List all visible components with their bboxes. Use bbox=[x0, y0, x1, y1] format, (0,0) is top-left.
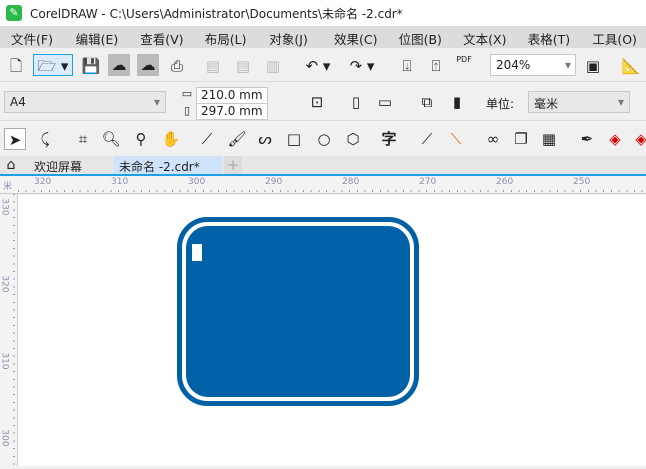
menu-edit[interactable]: 编辑(E) bbox=[65, 26, 130, 48]
export-icon[interactable]: ⍐ bbox=[425, 55, 447, 77]
unit-label: 单位: bbox=[486, 97, 515, 111]
landscape-icon[interactable]: ▭ bbox=[374, 91, 396, 113]
ellipse-tool-icon[interactable]: ○ bbox=[313, 128, 335, 150]
zoom-out-icon[interactable]: ⚲ bbox=[130, 128, 152, 150]
home-icon[interactable]: ⌂ bbox=[0, 154, 22, 176]
interactive-fill-icon[interactable]: ◈ bbox=[604, 128, 626, 150]
print-icon[interactable]: ⎙ bbox=[166, 55, 188, 77]
blend-tool-icon[interactable]: ∞ bbox=[482, 128, 504, 150]
menu-bar: 文件(F) 编辑(E) 查看(V) 布局(L) 对象(J) 效果(C) 位图(B… bbox=[0, 26, 646, 48]
window-title: CorelDRAW - C:\Users\Administrator\Docum… bbox=[30, 6, 403, 21]
zoom-tool-icon[interactable]: 🔍︎ bbox=[100, 128, 122, 150]
page-width-input[interactable]: 210.0 mm bbox=[196, 87, 268, 104]
standard-toolbar: 🗋 🗁 ▾ 💾 ☁ ☁ ⎙ ▤ ▤ ▥ ↶ ▾ ↷ ▾ ⍗ ⍐ PDF 204%… bbox=[0, 50, 646, 82]
folder-icon: 🗁 bbox=[37, 57, 57, 75]
page-height-icon: ▯ bbox=[183, 104, 191, 117]
drawing bbox=[177, 217, 419, 406]
smart-drawing-icon[interactable]: ᔕ bbox=[254, 128, 276, 150]
all-pages-icon[interactable]: ⧉ bbox=[416, 91, 438, 113]
chevron-down-icon: ▾ bbox=[153, 95, 160, 109]
cut-icon[interactable]: ▤ bbox=[202, 55, 224, 77]
chevron-down-icon: ▾ bbox=[617, 95, 624, 109]
export-cloud-icon[interactable]: ☁ bbox=[137, 54, 159, 76]
menu-view[interactable]: 查看(V) bbox=[129, 26, 194, 48]
coreldraw-logo-icon: ✎ bbox=[6, 5, 22, 21]
ruler-ticks bbox=[18, 190, 646, 192]
page-size-select[interactable]: A4 ▾ bbox=[4, 91, 166, 113]
unit-select[interactable]: 毫米 ▾ bbox=[528, 91, 630, 113]
pick-tool-icon[interactable]: ➤ bbox=[4, 128, 26, 150]
vertical-ruler[interactable]: 330 320 310 300 bbox=[0, 194, 18, 466]
transparency-tool-icon[interactable]: ▦ bbox=[538, 128, 560, 150]
page-orientation-anchor-icon[interactable]: ⊡ bbox=[306, 91, 328, 113]
menu-table[interactable]: 表格(T) bbox=[517, 26, 582, 48]
portrait-icon[interactable]: ▯ bbox=[345, 91, 367, 113]
menu-bitmaps[interactable]: 位图(B) bbox=[388, 26, 453, 48]
paste-icon[interactable]: ▥ bbox=[262, 55, 284, 77]
menu-text[interactable]: 文本(X) bbox=[452, 26, 517, 48]
copy-icon[interactable]: ▤ bbox=[232, 55, 254, 77]
import-cloud-icon[interactable]: ☁ bbox=[108, 54, 130, 76]
crop-tool-icon[interactable]: ⌗ bbox=[72, 128, 94, 150]
menu-file[interactable]: 文件(F) bbox=[0, 26, 65, 48]
open-button[interactable]: 🗁 ▾ bbox=[33, 54, 73, 76]
artistic-media-icon[interactable]: 🖌 bbox=[226, 128, 248, 150]
drop-shadow-icon[interactable]: ❐ bbox=[510, 128, 532, 150]
inner-rounded-rect[interactable] bbox=[186, 226, 410, 397]
document-tabs: ⌂ 欢迎屏幕 未命名 -2.cdr* + bbox=[0, 156, 646, 176]
page-height-input[interactable]: 297.0 mm bbox=[196, 103, 268, 120]
current-page-icon[interactable]: ▮ bbox=[446, 91, 468, 113]
tab-welcome-screen[interactable]: 欢迎屏幕 bbox=[34, 158, 82, 175]
chevron-down-icon: ▾ bbox=[564, 58, 571, 72]
freehand-tool-icon[interactable]: ⟋ bbox=[196, 128, 218, 150]
smart-fill-icon[interactable]: ◈ bbox=[630, 128, 646, 150]
publish-pdf-icon[interactable]: PDF bbox=[453, 55, 475, 77]
menu-effects[interactable]: 效果(C) bbox=[323, 26, 388, 48]
property-bar: A4 ▾ ▭ 210.0 mm ▯ 297.0 mm ⊡ ▯ ▭ ⧉ ▮ 单位: … bbox=[0, 83, 646, 121]
drawing-canvas[interactable] bbox=[18, 195, 646, 466]
menu-tools[interactable]: 工具(O) bbox=[581, 26, 646, 48]
dimension-tool-icon[interactable]: ⟋ bbox=[416, 128, 438, 150]
redo-icon[interactable]: ↷ ▾ bbox=[344, 55, 380, 77]
text-cursor bbox=[192, 244, 202, 261]
connector-tool-icon[interactable]: ⟍ bbox=[445, 128, 467, 150]
options-icon[interactable]: 📐 bbox=[620, 55, 642, 77]
rectangle-tool-icon[interactable]: □ bbox=[283, 128, 305, 150]
undo-icon[interactable]: ↶ ▾ bbox=[300, 55, 336, 77]
polygon-tool-icon[interactable]: ⬡ bbox=[342, 128, 364, 150]
save-icon[interactable]: 💾 bbox=[80, 55, 102, 77]
eyedropper-icon[interactable]: ✒ bbox=[576, 128, 598, 150]
new-document-icon[interactable]: 🗋 bbox=[5, 55, 27, 77]
zoom-level-select[interactable]: 204% ▾ bbox=[490, 54, 576, 76]
toolbox: ➤ ⤹ ⌗ 🔍︎ ⚲ ✋ ⟋ 🖌 ᔕ □ ○ ⬡ 字 ⟋ ⟍ ∞ ❐ ▦ ✒ ◈… bbox=[0, 124, 646, 156]
add-tab-icon[interactable]: + bbox=[224, 156, 242, 174]
text-tool-icon[interactable]: 字 bbox=[378, 128, 400, 150]
shape-tool-icon[interactable]: ⤹ bbox=[34, 128, 56, 150]
pan-tool-icon[interactable]: ✋ bbox=[160, 128, 182, 150]
menu-layout[interactable]: 布局(L) bbox=[194, 26, 259, 48]
menu-object[interactable]: 对象(J) bbox=[258, 26, 323, 48]
ruler-ticks bbox=[13, 194, 15, 466]
horizontal-ruler[interactable]: 米 320 310 300 290 280 270 260 250 bbox=[0, 176, 646, 194]
tab-document[interactable]: 未命名 -2.cdr* bbox=[114, 156, 222, 174]
full-screen-icon[interactable]: ▣ bbox=[582, 55, 604, 77]
import-icon[interactable]: ⍗ bbox=[396, 55, 418, 77]
title-bar: ✎ CorelDRAW - C:\Users\Administrator\Doc… bbox=[0, 0, 646, 26]
